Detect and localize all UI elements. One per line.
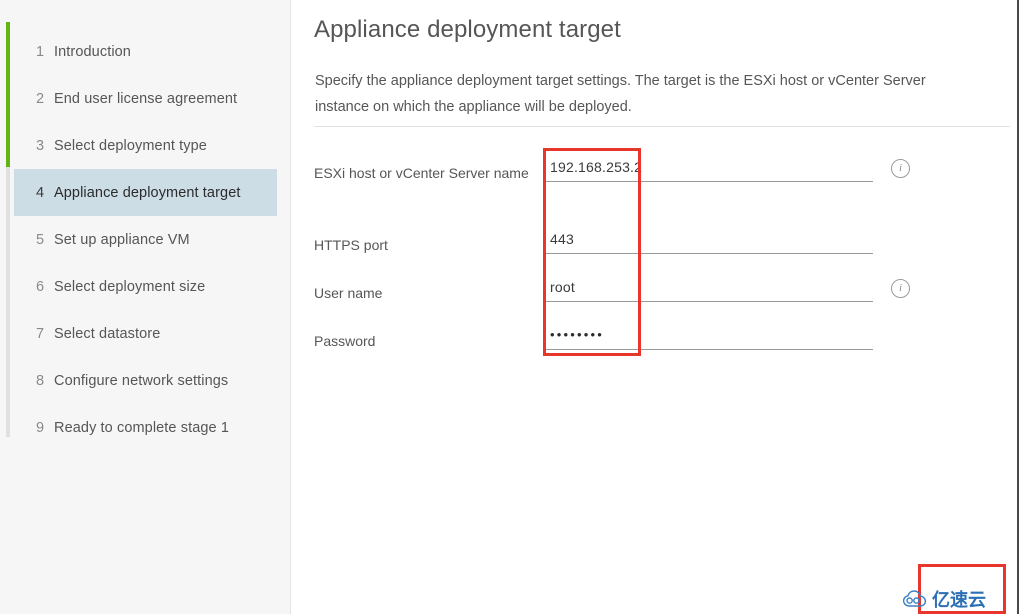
https-port-input-wrap: [543, 229, 873, 254]
wizard-footer: CANCEL BACK NEXT: [0, 554, 1019, 614]
user-name-input[interactable]: [543, 277, 873, 302]
https-port-input[interactable]: [543, 229, 873, 254]
step-label: Introduction: [54, 43, 131, 60]
esxi-host-label: ESXi host or vCenter Server name: [314, 165, 529, 181]
field-row-user-name: User name i: [291, 272, 1012, 320]
page-title: Appliance deployment target: [314, 16, 621, 43]
esxi-host-input[interactable]: [543, 157, 873, 182]
installer-window: 1 Introduction 2 End user license agreem…: [0, 0, 1019, 614]
step-number: 8: [36, 372, 45, 389]
step-label: Ready to complete stage 1: [54, 419, 229, 436]
step-label: Select deployment size: [54, 278, 206, 295]
info-icon[interactable]: i: [891, 159, 910, 178]
sidebar-item-appliance-deployment-target[interactable]: 4 Appliance deployment target: [14, 169, 277, 216]
info-icon[interactable]: i: [891, 279, 910, 298]
wizard-sidebar: 1 Introduction 2 End user license agreem…: [0, 0, 291, 614]
esxi-host-input-wrap: [543, 157, 873, 182]
sidebar-item-select-datastore[interactable]: 7 Select datastore: [14, 310, 277, 357]
step-number: 7: [36, 325, 45, 342]
user-name-label: User name: [314, 285, 383, 301]
user-name-input-wrap: [543, 277, 873, 302]
window-right-border: [1014, 0, 1019, 614]
step-label: Select deployment type: [54, 137, 207, 154]
step-label: Select datastore: [54, 325, 161, 342]
header-divider: [314, 126, 1010, 127]
step-label: Set up appliance VM: [54, 231, 190, 248]
sidebar-item-select-deployment-size[interactable]: 6 Select deployment size: [14, 263, 277, 310]
step-number: 1: [36, 43, 45, 60]
https-port-label: HTTPS port: [314, 237, 388, 253]
main-content: Appliance deployment target Specify the …: [291, 0, 1012, 614]
step-number: 2: [36, 90, 45, 107]
step-number: 3: [36, 137, 45, 154]
field-row-password: Password: [291, 320, 1012, 368]
step-number: 4: [36, 184, 45, 201]
page-description: Specify the appliance deployment target …: [315, 73, 926, 115]
sidebar-item-introduction[interactable]: 1 Introduction: [14, 28, 277, 75]
sidebar-item-eula[interactable]: 2 End user license agreement: [14, 75, 277, 122]
password-input-wrap: [543, 325, 873, 350]
password-input[interactable]: [543, 325, 873, 350]
step-label: Configure network settings: [54, 372, 229, 389]
sidebar-item-set-up-appliance-vm[interactable]: 5 Set up appliance VM: [14, 216, 277, 263]
step-number: 9: [36, 419, 45, 436]
sidebar-item-select-deployment-type[interactable]: 3 Select deployment type: [14, 122, 277, 169]
sidebar-item-ready-to-complete-stage-1[interactable]: 9 Ready to complete stage 1: [14, 404, 277, 451]
step-label: End user license agreement: [54, 90, 238, 107]
step-label: Appliance deployment target: [54, 184, 241, 201]
step-number: 6: [36, 278, 45, 295]
field-row-esxi-host: ESXi host or vCenter Server name i: [291, 152, 1012, 200]
password-label: Password: [314, 333, 376, 349]
field-row-https-port: HTTPS port: [291, 224, 1012, 272]
sidebar-item-configure-network-settings[interactable]: 8 Configure network settings: [14, 357, 277, 404]
step-number: 5: [36, 231, 45, 248]
wizard-step-list: 1 Introduction 2 End user license agreem…: [0, 28, 291, 451]
